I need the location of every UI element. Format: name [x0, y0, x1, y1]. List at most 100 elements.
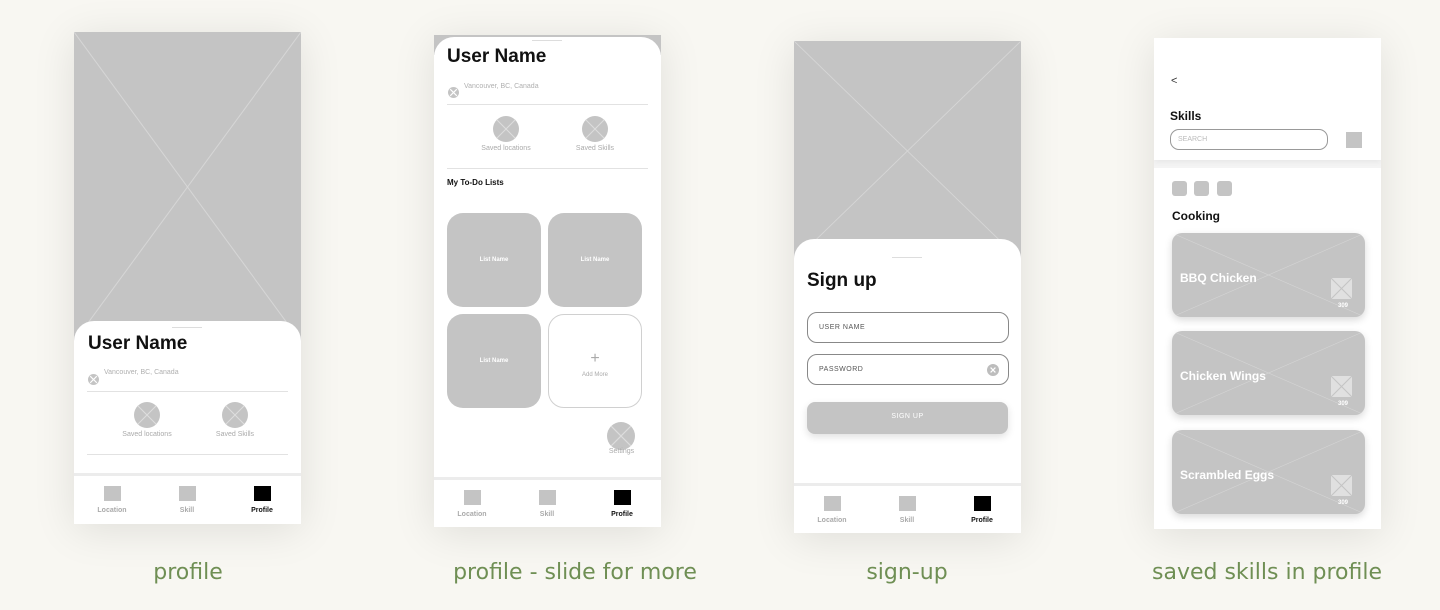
nav-location-label: Location	[97, 507, 127, 514]
divider	[87, 391, 288, 392]
saved-locations-label[interactable]: Saved locations	[112, 431, 182, 438]
clear-icon[interactable]	[987, 364, 999, 376]
saved-locations-icon[interactable]	[134, 402, 160, 428]
todo-heading: My To-Do Lists	[447, 178, 504, 187]
saved-locations-label[interactable]: Saved locations	[471, 145, 541, 152]
signup-button[interactable]: SIGN UP	[807, 402, 1008, 434]
caption-saved-skills: saved skills in profile	[1152, 560, 1382, 585]
search-placeholder: SEARCH	[1178, 136, 1208, 143]
password-field[interactable]: PASSWORD	[807, 354, 1009, 385]
nav-profile-label: Profile	[251, 507, 273, 514]
bottom-nav: Location Skill Profile	[794, 483, 1021, 533]
skill-name: BBQ Chicken	[1180, 271, 1257, 285]
nav-profile-label: Profile	[971, 517, 993, 524]
skill-card[interactable]: Chicken Wings 309	[1172, 331, 1365, 415]
user-name: User Name	[88, 333, 188, 354]
password-placeholder: PASSWORD	[819, 366, 864, 373]
nav-skill-label: Skill	[539, 511, 555, 518]
profile-expanded-sheet[interactable]: User Name Vancouver, BC, Canada Saved lo…	[434, 37, 661, 527]
nav-skill-label: Skill	[899, 517, 915, 524]
nav-location[interactable]: Location	[442, 490, 502, 518]
saved-locations-icon[interactable]	[493, 116, 519, 142]
list-name: List Name	[479, 257, 509, 263]
skill-name: Chicken Wings	[1180, 369, 1266, 383]
skill-count: 309	[1337, 401, 1348, 407]
location-icon	[103, 486, 121, 501]
location-pin-icon	[88, 374, 99, 385]
skill-count: 309	[1337, 303, 1348, 309]
todo-list-card[interactable]: List Name	[447, 314, 541, 408]
nav-skill[interactable]: Skill	[877, 496, 937, 524]
tag-chip[interactable]	[1172, 181, 1187, 196]
plus-icon: +	[590, 350, 600, 367]
filter-icon[interactable]	[1346, 132, 1362, 148]
saved-skills-icon[interactable]	[582, 116, 608, 142]
todo-list-card[interactable]: List Name	[548, 213, 642, 307]
location-pin-icon	[448, 87, 459, 98]
profile-more-screen: User Name Vancouver, BC, Canada Saved lo…	[434, 35, 661, 527]
skill-card[interactable]: BBQ Chicken 309	[1172, 233, 1365, 317]
add-more-label: Add More	[581, 372, 608, 378]
signup-button-label: SIGN UP	[891, 413, 924, 420]
divider	[87, 454, 288, 455]
divider	[447, 168, 648, 169]
signup-cover-image	[794, 41, 1021, 261]
location-icon	[823, 496, 841, 511]
tag-chip[interactable]	[1194, 181, 1209, 196]
user-name: User Name	[447, 46, 547, 67]
skills-header: < Skills SEARCH	[1154, 38, 1381, 160]
back-icon[interactable]: <	[1171, 75, 1177, 87]
saved-skills-label[interactable]: Saved Skills	[560, 145, 630, 152]
divider	[447, 104, 648, 105]
todo-list-card[interactable]: List Name	[447, 213, 541, 307]
nav-location-label: Location	[457, 511, 487, 518]
search-input[interactable]: SEARCH	[1170, 129, 1328, 150]
skill-icon	[898, 496, 916, 511]
profile-screen: User Name Vancouver, BC, Canada Saved lo…	[74, 32, 301, 524]
skill-icon	[178, 486, 196, 501]
skills-screen: < Skills SEARCH Cooking BBQ Chicken 309 …	[1154, 38, 1381, 529]
user-location: Vancouver, BC, Canada	[104, 369, 179, 376]
settings-icon[interactable]	[607, 422, 635, 450]
nav-profile[interactable]: Profile	[952, 496, 1012, 524]
signup-title: Sign up	[807, 270, 877, 291]
settings-label[interactable]: Settings	[599, 448, 644, 455]
username-field[interactable]: USER NAME	[807, 312, 1009, 343]
nav-profile-label: Profile	[611, 511, 633, 518]
tag-chip[interactable]	[1217, 181, 1232, 196]
signup-screen: Sign up USER NAME PASSWORD SIGN UP Locat…	[794, 41, 1021, 533]
bottom-nav: Location Skill Profile	[434, 477, 661, 527]
saved-skills-label[interactable]: Saved Skills	[200, 431, 270, 438]
skill-card[interactable]: Scrambled Eggs 309	[1172, 430, 1365, 514]
nav-location[interactable]: Location	[802, 496, 862, 524]
sheet-handle[interactable]	[172, 327, 202, 328]
nav-skill[interactable]: Skill	[517, 490, 577, 518]
username-placeholder: USER NAME	[819, 324, 866, 331]
sheet-handle[interactable]	[892, 257, 922, 258]
nav-location[interactable]: Location	[82, 486, 142, 514]
skill-thumbnail	[1331, 278, 1352, 299]
profile-icon	[613, 490, 631, 505]
caption-profile: profile	[153, 560, 223, 585]
skill-name: Scrambled Eggs	[1180, 468, 1275, 482]
saved-skills-icon[interactable]	[222, 402, 248, 428]
skills-content: Cooking BBQ Chicken 309 Chicken Wings 30…	[1154, 168, 1381, 529]
nav-location-label: Location	[817, 517, 847, 524]
nav-skill[interactable]: Skill	[157, 486, 217, 514]
list-name: List Name	[479, 358, 509, 364]
add-list-button[interactable]: + Add More	[548, 314, 642, 408]
skills-title: Skills	[1170, 109, 1202, 123]
skill-thumbnail	[1331, 475, 1352, 496]
caption-profile-more: profile - slide for more	[453, 560, 697, 585]
profile-icon	[973, 496, 991, 511]
signup-sheet[interactable]: Sign up USER NAME PASSWORD SIGN UP	[794, 239, 1021, 489]
profile-cover-image	[74, 32, 301, 342]
profile-bottom-sheet[interactable]: User Name Vancouver, BC, Canada Saved lo…	[74, 321, 301, 481]
bottom-nav: Location Skill Profile	[74, 473, 301, 524]
nav-profile[interactable]: Profile	[592, 490, 652, 518]
sheet-handle[interactable]	[532, 40, 562, 41]
caption-signup: sign-up	[866, 560, 948, 585]
list-name: List Name	[580, 257, 610, 263]
skill-thumbnail	[1331, 376, 1352, 397]
nav-profile[interactable]: Profile	[232, 486, 292, 514]
